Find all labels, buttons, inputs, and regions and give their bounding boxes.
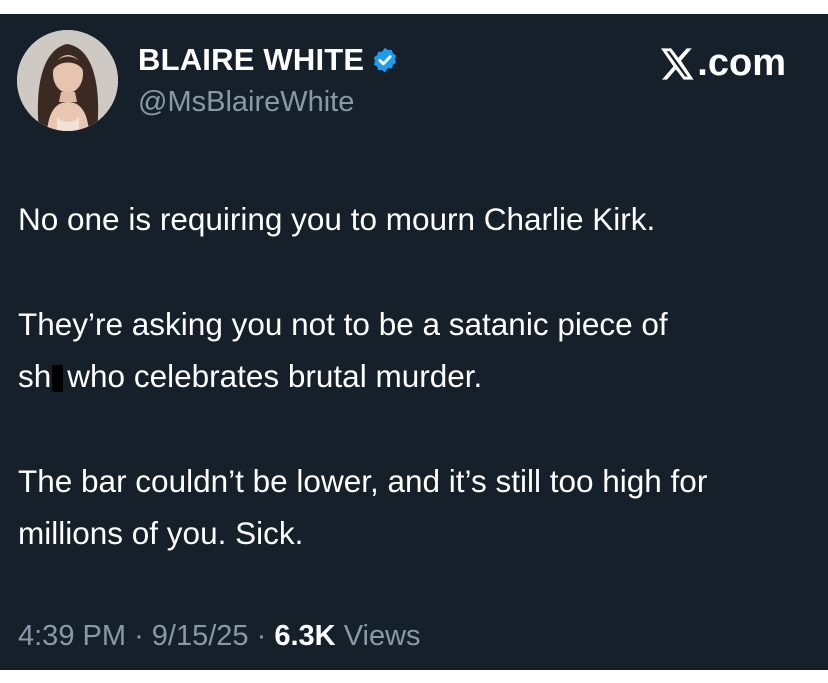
views-label: Views (343, 620, 421, 652)
tweet-card: BLAIRE WHITE @MsBlaireWhite .com No one … (0, 14, 828, 670)
tweet-paragraph: The bar couldn’t be lower, and it’s stil… (18, 462, 708, 551)
tweet-paragraph: No one is requiring you to mourn Charlie… (18, 201, 656, 237)
tweet-time[interactable]: 4:39 PM (18, 620, 126, 652)
author-row: BLAIRE WHITE (138, 42, 399, 78)
meta-separator: · (134, 620, 144, 652)
tweet-paragraph: They’re asking you not to be a satanic p… (18, 299, 818, 403)
x-com-brand: .com (661, 42, 786, 85)
censor-bar (52, 364, 64, 392)
brand-domain: .com (697, 42, 786, 84)
tweet-body: No one is requiring you to mourn Charlie… (18, 194, 818, 613)
tweet-text: sh (18, 357, 52, 394)
tweet-meta: 4:39 PM · 9/15/25 · 6.3K Views (18, 620, 421, 653)
meta-separator: · (256, 620, 267, 652)
tweet-text: who celebrates brutal murder. (67, 357, 483, 394)
verified-badge-icon (371, 46, 399, 74)
tweet-text: They’re asking you not to be a satanic p… (18, 305, 668, 342)
author-name[interactable]: BLAIRE WHITE (138, 42, 364, 78)
x-logo-icon (661, 47, 694, 80)
avatar[interactable] (17, 30, 118, 131)
tweet-date[interactable]: 9/15/25 (152, 620, 249, 652)
views-count[interactable]: 6.3K (274, 620, 335, 652)
author-handle[interactable]: @MsBlaireWhite (138, 86, 354, 119)
